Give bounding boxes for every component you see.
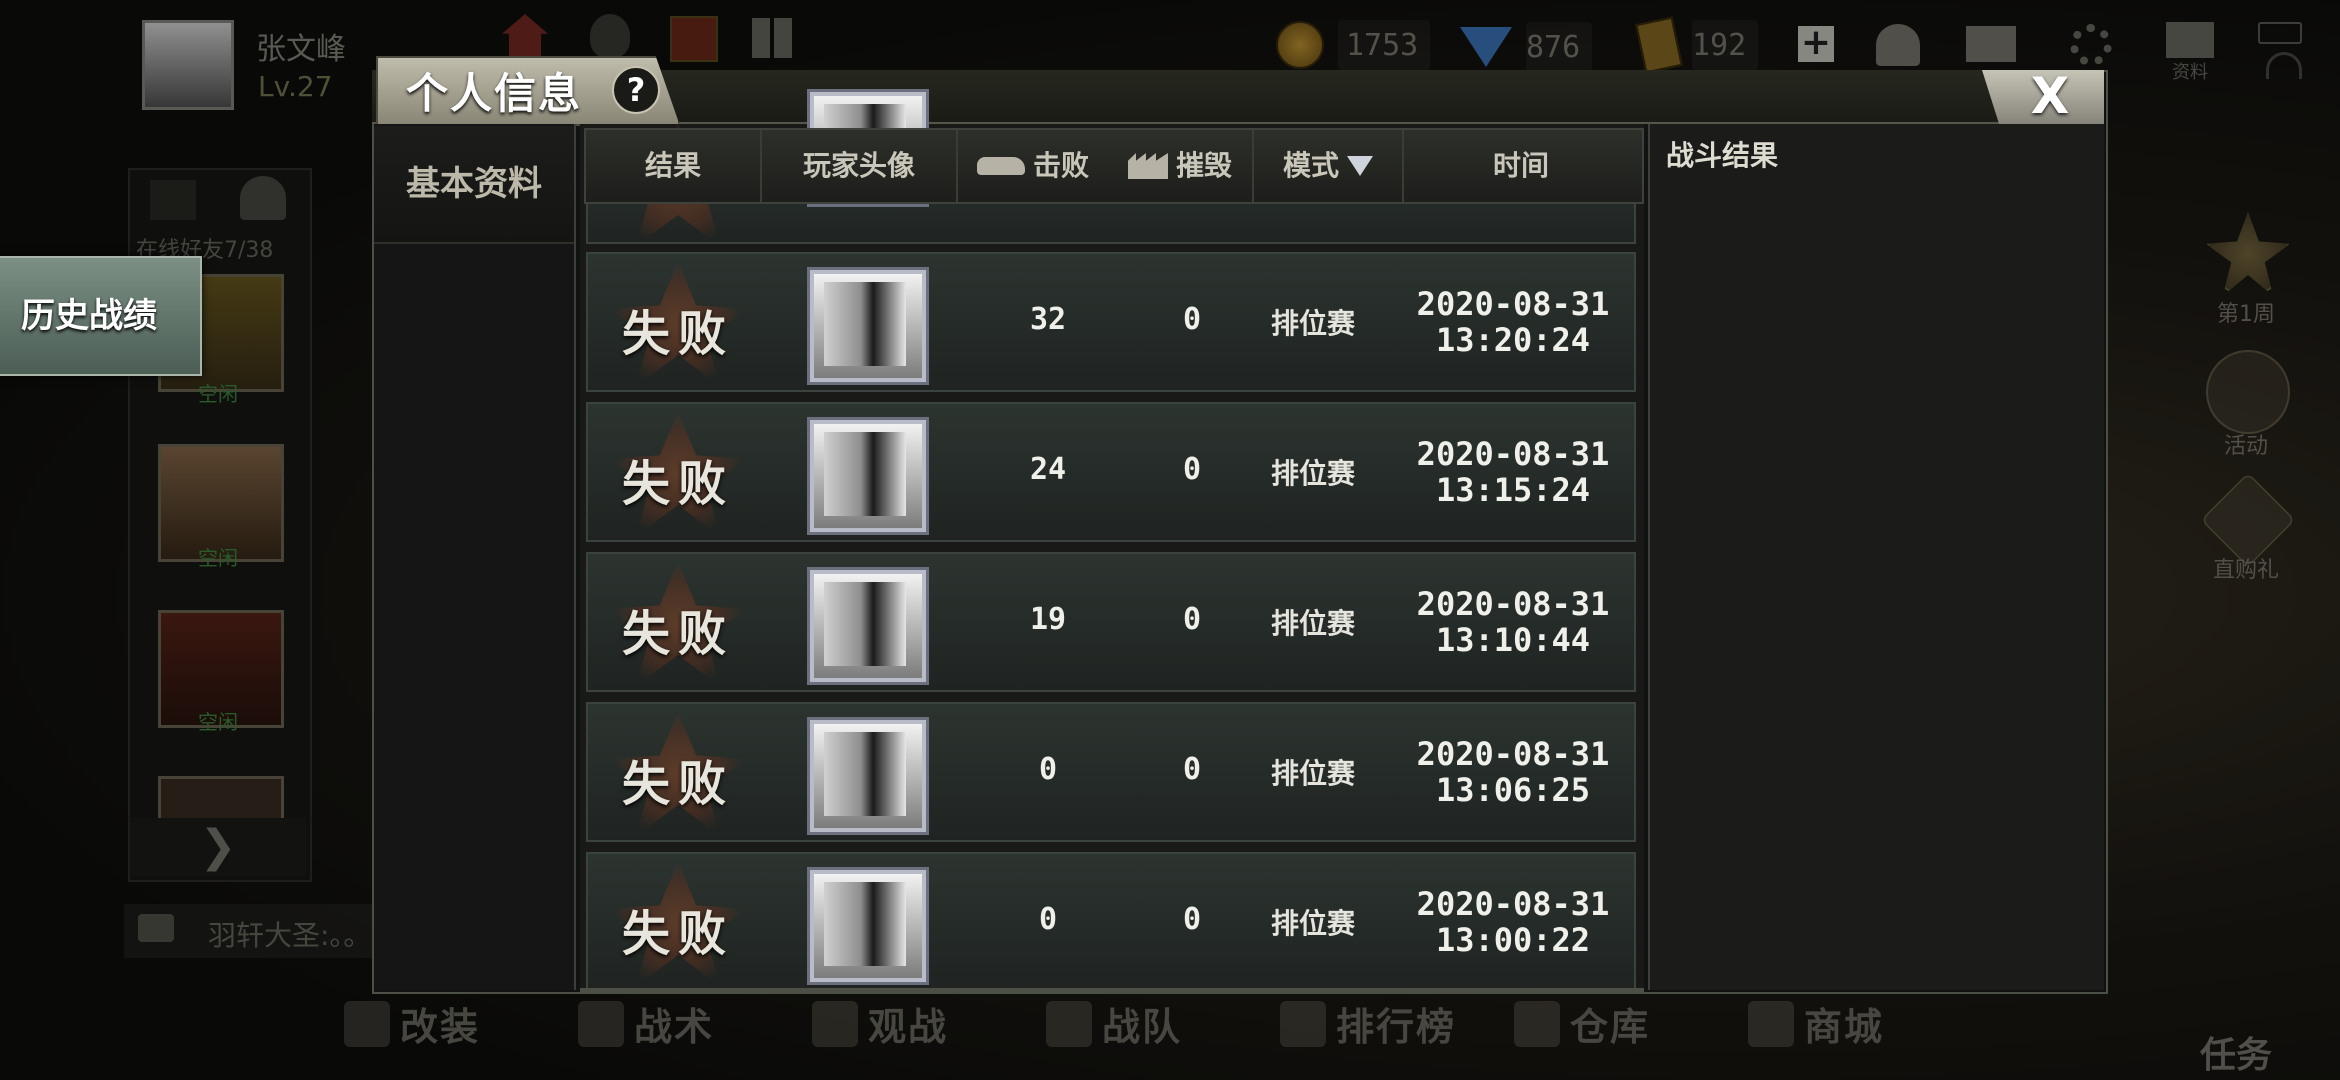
dropdown-triangle-icon — [1347, 156, 1373, 176]
result-text: 失败 — [621, 756, 734, 812]
dialog-tabs: 基本资料 — [374, 124, 576, 990]
kills-value: 24 — [1029, 452, 1067, 487]
result-text: 失败 — [621, 606, 734, 662]
date-value: 2020-08-31 13:10:44 — [1388, 586, 1638, 658]
player-avatar — [810, 870, 926, 982]
kills-value: 0 — [1038, 902, 1058, 937]
dialog-title: 个人信息 — [406, 69, 583, 118]
table-row[interactable]: 失败 19 0 排位赛 2020-08-31 13:10:44 — [586, 552, 1636, 692]
kills-value: 32 — [1029, 302, 1067, 337]
destroy-value: 0 — [1182, 302, 1202, 337]
date-text: 2020-08-31 — [1416, 585, 1610, 623]
time-text: 13:10:44 — [1435, 621, 1591, 659]
battle-result-panel — [1648, 124, 2104, 990]
destroy-value: 0 — [1182, 602, 1202, 637]
battle-result-title: 战斗结果 — [1666, 139, 1779, 172]
mode-value: 排位赛 — [1270, 457, 1355, 490]
time-text: 13:06:25 — [1435, 771, 1591, 809]
header-kills: 击败 — [958, 130, 1108, 202]
header-time: 时间 — [1492, 149, 1549, 182]
date-text: 2020-08-31 — [1416, 735, 1610, 773]
time-text: 13:00:22 — [1435, 921, 1591, 959]
time-text: 13:15:24 — [1435, 471, 1591, 509]
table-row[interactable]: 失败 32 0 排位赛 2020-08-31 13:20:24 — [586, 252, 1636, 392]
mode-value: 排位赛 — [1270, 907, 1355, 940]
player-avatar — [810, 570, 926, 682]
table-bottom-edge — [580, 988, 1644, 992]
destroy-value: 0 — [1182, 452, 1202, 487]
header-destroy: 摧毁 — [1108, 130, 1254, 202]
kills-value: 0 — [1038, 752, 1058, 787]
table-row[interactable]: 失败 0 0 排位赛 2020-08-31 13:00:22 — [586, 852, 1636, 992]
help-button[interactable]: ? — [612, 66, 660, 114]
time-text: 13:20:24 — [1435, 321, 1591, 359]
result-text: 失败 — [621, 456, 734, 512]
header-avatar: 玩家头像 — [762, 130, 958, 202]
result-text: 失败 — [621, 906, 734, 962]
result-text: 失败 — [621, 306, 734, 362]
date-text: 2020-08-31 — [1416, 435, 1610, 473]
date-text: 2020-08-31 — [1416, 285, 1610, 323]
mode-value: 排位赛 — [1270, 607, 1355, 640]
factory-icon — [1127, 153, 1168, 179]
tab-basic-info[interactable]: 基本资料 — [374, 126, 574, 244]
table-row[interactable]: 失败 24 0 排位赛 2020-08-31 13:15:24 — [586, 402, 1636, 542]
close-button[interactable]: X — [1982, 70, 2104, 124]
tank-icon — [976, 157, 1025, 175]
date-value: 2020-08-31 13:20:24 — [1388, 286, 1638, 358]
mode-value: 排位赛 — [1270, 307, 1355, 340]
tab-battle-history[interactable]: 历史战绩 — [0, 256, 202, 376]
date-value: 2020-08-31 13:15:24 — [1388, 436, 1638, 508]
destroy-value: 0 — [1182, 752, 1202, 787]
table-row[interactable]: 失败 0 0 排位赛 2020-08-31 13:06:25 — [586, 702, 1636, 842]
date-value: 2020-08-31 13:06:25 — [1388, 736, 1638, 808]
header-mode-filter[interactable]: 模式 — [1254, 130, 1404, 202]
player-avatar — [810, 270, 926, 382]
mode-value: 排位赛 — [1270, 757, 1355, 790]
table-header: 结果 玩家头像 击败 摧毁 模式 时间 — [584, 128, 1644, 204]
date-value: 2020-08-31 13:00:22 — [1388, 886, 1638, 958]
destroy-value: 0 — [1182, 902, 1202, 937]
player-avatar — [810, 720, 926, 832]
date-text: 2020-08-31 — [1416, 885, 1610, 923]
header-result: 结果 — [586, 130, 762, 202]
player-avatar — [810, 420, 926, 532]
kills-value: 19 — [1029, 602, 1067, 637]
